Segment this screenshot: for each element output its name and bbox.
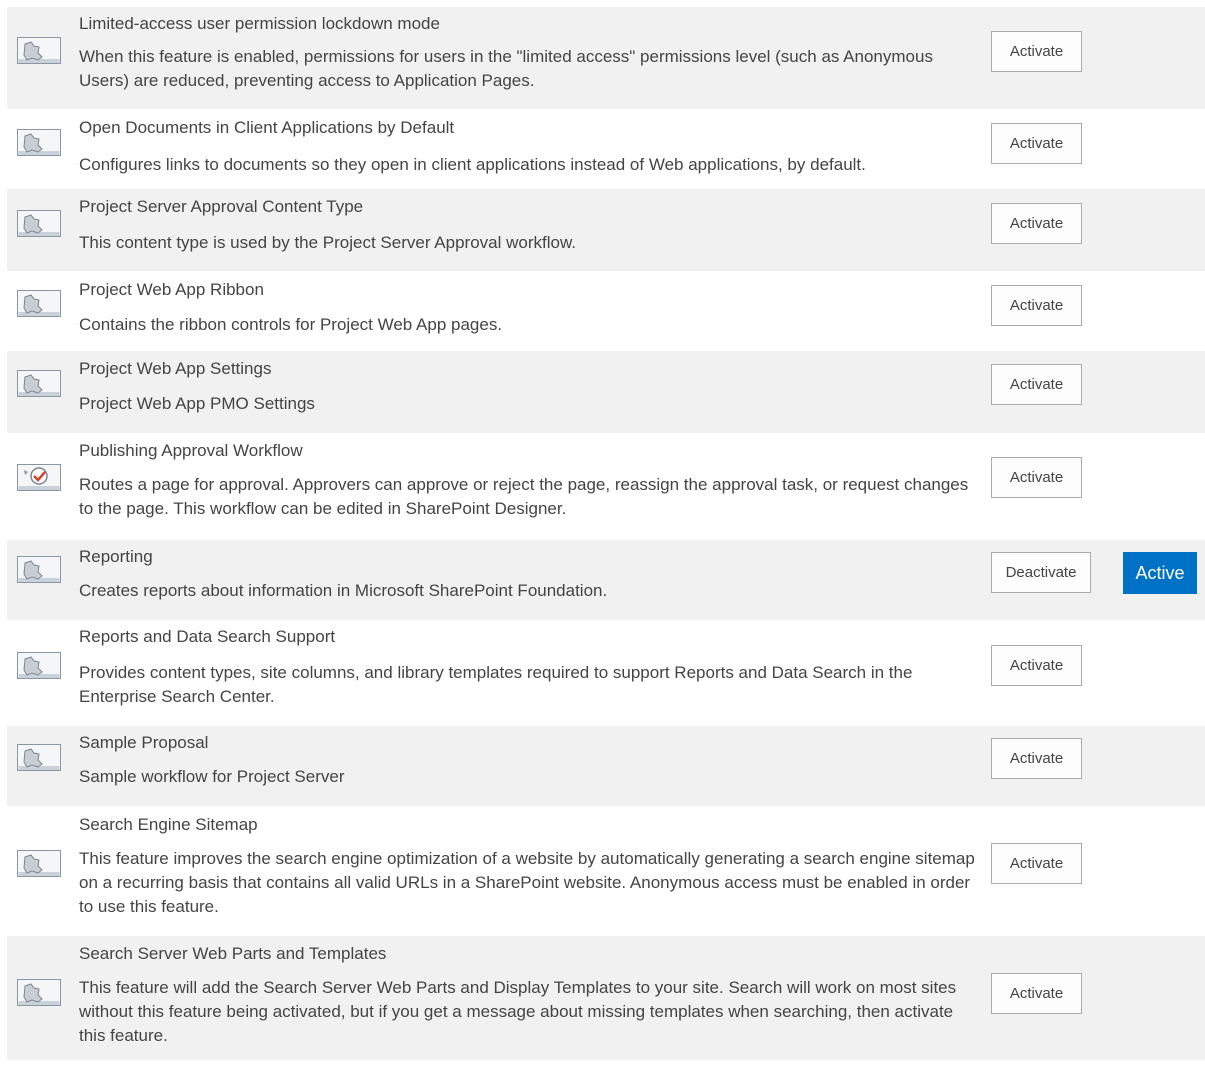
deactivate-button[interactable]: Deactivate [991, 552, 1091, 593]
feature-title: Project Server Approval Content Type [79, 197, 364, 216]
feature-title: Search Engine Sitemap [79, 815, 258, 834]
feature-description: Creates reports about information in Mic… [79, 581, 608, 600]
feature-row: Project Server Approval Content Type This… [7, 189, 1205, 271]
feature-row: Limited-access user permission lockdown … [7, 7, 1205, 109]
feature-description: Sample workflow for Project Server [79, 767, 345, 786]
feature-title: Project Web App Settings [79, 359, 272, 378]
feature-icon [17, 744, 61, 771]
activate-button[interactable]: Activate [991, 843, 1082, 884]
feature-description: When this feature is enabled, permission… [79, 47, 933, 90]
feature-icon [17, 850, 61, 877]
activate-button[interactable]: Activate [991, 645, 1082, 686]
feature-row: Reporting Creates reports about informati… [7, 540, 1205, 620]
feature-icon [17, 370, 61, 397]
feature-icon [17, 210, 61, 237]
feature-row: Project Web App Ribbon Contains the ribbo… [7, 271, 1205, 351]
activate-button[interactable]: Activate [991, 364, 1082, 405]
feature-row: Publishing Approval Workflow Routes a pag… [7, 433, 1205, 540]
feature-description: Configures links to documents so they op… [79, 155, 866, 174]
activate-button[interactable]: Activate [991, 285, 1082, 326]
feature-row: Search Engine Sitemap This feature improv… [7, 806, 1205, 936]
workflow-icon [17, 464, 61, 491]
feature-description: Contains the ribbon controls for Project… [79, 315, 503, 334]
feature-icon [17, 129, 61, 156]
feature-description: This feature will add the Search Server … [79, 978, 957, 1045]
feature-icon [17, 290, 61, 317]
feature-title: Search Server Web Parts and Templates [79, 944, 387, 963]
feature-row: Open Documents in Client Applications by… [7, 109, 1205, 189]
feature-title: Limited-access user permission lockdown … [79, 14, 440, 33]
feature-title: Project Web App Ribbon [79, 280, 264, 299]
feature-row: Reports and Data Search Support Provides … [7, 620, 1205, 726]
activate-button[interactable]: Activate [991, 457, 1082, 498]
feature-description: Project Web App PMO Settings [79, 394, 315, 413]
feature-icon [17, 556, 61, 583]
status-badge: Active [1123, 552, 1197, 594]
activate-button[interactable]: Activate [991, 203, 1082, 244]
feature-description: Routes a page for approval. Approvers ca… [79, 475, 969, 518]
feature-icon [17, 652, 61, 679]
activate-button[interactable]: Activate [991, 738, 1082, 779]
feature-icon [17, 979, 61, 1006]
feature-row: Project Web App Settings Project Web App … [7, 351, 1205, 433]
activate-button[interactable]: Activate [991, 31, 1082, 72]
feature-title: Sample Proposal [79, 733, 209, 752]
feature-row: Sample Proposal Sample workflow for Proje… [7, 726, 1205, 806]
feature-description: This content type is used by the Project… [79, 233, 577, 252]
feature-title: Publishing Approval Workflow [79, 441, 303, 460]
activate-button[interactable]: Activate [991, 123, 1082, 164]
feature-title: Reports and Data Search Support [79, 627, 336, 646]
feature-icon [17, 37, 61, 64]
site-features-list: Limited-access user permission lockdown … [7, 7, 1205, 1060]
feature-title: Open Documents in Client Applications by… [79, 118, 455, 137]
feature-row: Search Server Web Parts and Templates Thi… [7, 936, 1205, 1060]
activate-button[interactable]: Activate [991, 973, 1082, 1014]
feature-description: Provides content types, site columns, an… [79, 663, 913, 706]
feature-title: Reporting [79, 547, 153, 566]
feature-description: This feature improves the search engine … [79, 849, 975, 916]
